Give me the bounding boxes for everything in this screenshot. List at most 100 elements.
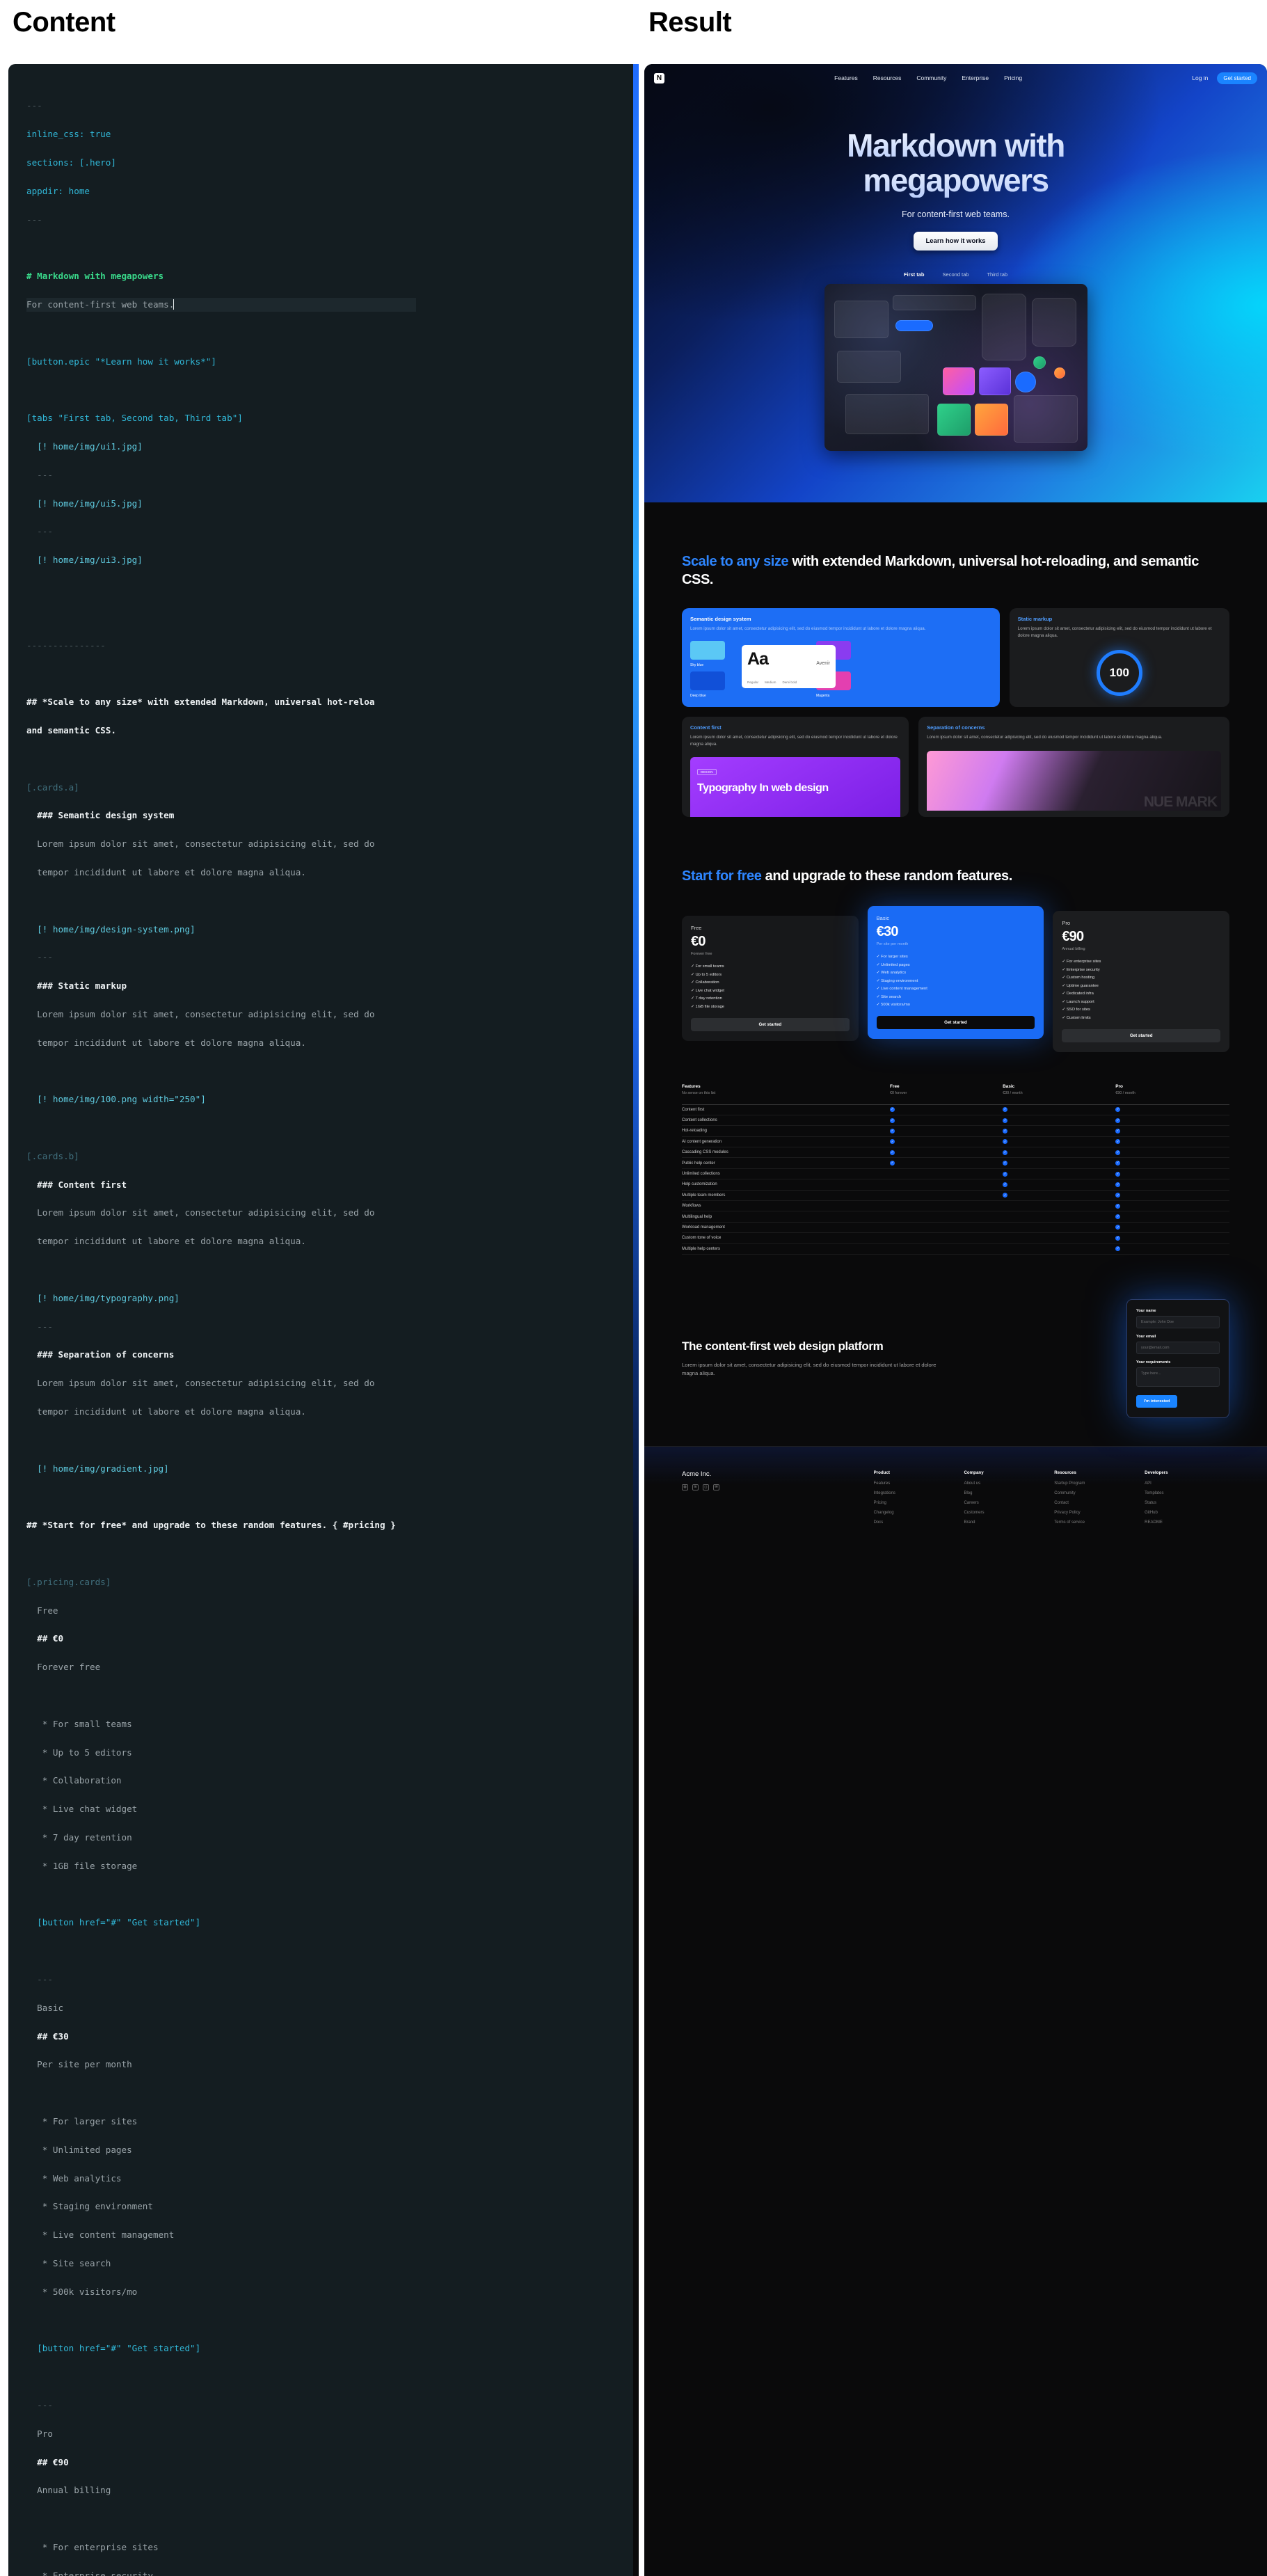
plan-price: €30 [876, 924, 899, 939]
pricing-card-basic[interactable]: Basic €30 Per site per month ✓ For large… [867, 906, 1044, 1039]
footer-link[interactable]: README [1145, 1520, 1229, 1525]
md-card1-img: [! home/img/design-system.png] [37, 923, 196, 935]
footer-link[interactable]: Integrations [874, 1491, 959, 1495]
footer-link[interactable]: Blog [964, 1491, 1049, 1495]
md-plan-pro-note: Annual billing [37, 2485, 111, 2496]
tab-first[interactable]: First tab [904, 271, 925, 278]
card-separation-of-concerns[interactable]: Separation of concerns Lorem ipsum dolor… [918, 717, 1229, 817]
footer-link[interactable]: Changelog [874, 1511, 959, 1515]
footer-link[interactable]: Privacy Policy [1054, 1511, 1139, 1515]
typography-text: Typography In web design [697, 782, 829, 794]
brand-logo-icon[interactable]: N [654, 72, 664, 84]
github-icon[interactable]: ◍ [682, 1484, 688, 1490]
font-sample: Aa [747, 649, 769, 669]
comparison-row: Workflows ✓ [682, 1201, 1229, 1212]
md-card4-p1: Lorem ipsum dolor sit amet, consectetur … [37, 1378, 375, 1389]
comparison-row: Multiple team members ✓ ✓ [682, 1191, 1229, 1202]
plan-feature: ✓ Dedicated infra [1062, 992, 1094, 996]
nav-item-pricing[interactable]: Pricing [1004, 74, 1022, 81]
md-free-f6: * 1GB file storage [42, 1860, 138, 1871]
shot-chip [937, 404, 971, 436]
md-pro-f2: * Enterprise security [42, 2570, 153, 2576]
linkedin-icon[interactable]: in [692, 1484, 699, 1490]
comparison-cell-pro: ✓ [1115, 1182, 1228, 1187]
name-label: Your name [1136, 1308, 1156, 1313]
check-icon: ✓ [1003, 1182, 1008, 1187]
footer-link[interactable]: Community [1054, 1491, 1139, 1495]
tab-second[interactable]: Second tab [943, 271, 969, 278]
login-link[interactable]: Log in [1192, 74, 1208, 81]
cta-section: The content-first web design platform Lo… [644, 1298, 1267, 1446]
learn-how-it-works-button[interactable]: Learn how it works [914, 232, 998, 251]
footer-link[interactable]: Status [1145, 1501, 1229, 1505]
nav-item-enterprise[interactable]: Enterprise [962, 74, 989, 81]
footer-link[interactable]: Careers [964, 1501, 1049, 1505]
plan-name: Pro [1062, 920, 1071, 926]
comparison-cell-pro: ✓ [1115, 1193, 1228, 1198]
email-input[interactable]: your@email.com [1136, 1341, 1220, 1354]
footer-link[interactable]: Startup Program [1054, 1481, 1139, 1486]
md-free-f2: * Up to 5 editors [42, 1747, 132, 1758]
plan-cta-button[interactable]: Get started [1062, 1028, 1221, 1042]
card-title: Separation of concerns [927, 724, 985, 731]
nav-item-community[interactable]: Community [916, 74, 946, 81]
markdown-editor[interactable]: --- inline_css: true sections: [.hero] a… [8, 64, 633, 2576]
card-content-first[interactable]: Content first Lorem ipsum dolor sit amet… [682, 717, 909, 817]
footer-link[interactable]: Templates [1145, 1491, 1229, 1495]
rendered-website[interactable]: N Features Resources Community Enterpris… [644, 64, 1267, 2576]
comparison-cell-pro: ✓ [1115, 1214, 1228, 1220]
comparison-cell-basic: ✓ [1003, 1161, 1115, 1166]
nav-item-resources[interactable]: Resources [873, 74, 902, 81]
shot-chip [1031, 298, 1076, 347]
plan-features: ✓ For enterprise sites ✓ Enterprise secu… [1062, 960, 1220, 1020]
site-footer: Acme Inc. ◍ in ◻ ✉ Product Features Inte… [644, 1445, 1267, 1530]
footer-link[interactable]: Customers [964, 1511, 1049, 1515]
footer-link[interactable]: Terms of service [1054, 1520, 1139, 1525]
split-view: Content --- inline_css: true sections: [… [0, 0, 1267, 2576]
mail-icon[interactable]: ✉ [713, 1484, 719, 1490]
footer-column-title: Company [964, 1470, 984, 1475]
comparison-feature-label: Content first [682, 1107, 705, 1112]
tab-third[interactable]: Third tab [987, 271, 1007, 278]
comparison-feature-label: Custom tone of voice [682, 1236, 722, 1241]
pricing-heading-rest: and upgrade to these random features. [761, 868, 1013, 884]
footer-link[interactable]: Contact [1054, 1501, 1139, 1505]
card-title: Content first [690, 724, 722, 731]
name-input[interactable]: Example: John Doe [1136, 1315, 1220, 1328]
frontmatter-close: --- [26, 214, 42, 225]
markdown-source[interactable]: --- inline_css: true sections: [.hero] a… [8, 64, 633, 2576]
comparison-cell-pro: ✓ [1115, 1235, 1228, 1241]
comparison-cell-pro: ✓ [1115, 1107, 1228, 1113]
md-tab-img-2: [! home/img/ui5.jpg] [37, 498, 143, 509]
md-cards-a-tag: [.cards.a] [26, 781, 79, 793]
requirements-textarea[interactable]: Type here... [1136, 1367, 1220, 1387]
footer-link[interactable]: GitHub [1145, 1511, 1229, 1515]
instagram-icon[interactable]: ◻ [703, 1484, 709, 1490]
plan-cta-button[interactable]: Get started [876, 1016, 1035, 1029]
footer-link[interactable]: API [1145, 1481, 1229, 1486]
pricing-card-free[interactable]: Free €0 Forever free ✓ For small teams ✓… [682, 916, 859, 1041]
font-weight: Medium [765, 680, 776, 684]
comparison-cell-free: ✓ [890, 1107, 1003, 1113]
submit-button[interactable]: I'm interested [1136, 1394, 1178, 1408]
md-basic-btn: [button href="#" "Get started"] [37, 2343, 201, 2354]
design-system-visual: Sky blue Deep blue Violet Magenta [690, 640, 991, 702]
nav-item-features[interactable]: Features [834, 74, 858, 81]
content-pane-title: Content [13, 7, 115, 38]
shot-chip [892, 295, 976, 310]
pricing-card-pro[interactable]: Pro €90 Annual billing ✓ For enterprise … [1053, 911, 1230, 1052]
footer-link[interactable]: Brand [964, 1520, 1049, 1525]
card-static-markup[interactable]: Static markup Lorem ipsum dolor sit amet… [1009, 608, 1229, 707]
footer-link[interactable]: Docs [874, 1520, 959, 1525]
footer-link[interactable]: Features [874, 1481, 959, 1486]
plan-cta-button[interactable]: Get started [691, 1017, 850, 1031]
footer-link[interactable]: Pricing [874, 1501, 959, 1505]
plan-feature: ✓ Up to 5 editors [691, 972, 722, 977]
card-text: Lorem ipsum dolor sit amet, consectetur … [927, 735, 1163, 740]
footer-link[interactable]: About us [964, 1481, 1049, 1486]
get-started-button[interactable]: Get started [1217, 72, 1257, 84]
check-icon: ✓ [890, 1150, 895, 1155]
join-list-form[interactable]: Your name Example: John Doe Your email y… [1126, 1298, 1229, 1418]
card-semantic-design-system[interactable]: Semantic design system Lorem ipsum dolor… [682, 608, 1000, 707]
comparison-feature-label: Content collections [682, 1118, 717, 1123]
